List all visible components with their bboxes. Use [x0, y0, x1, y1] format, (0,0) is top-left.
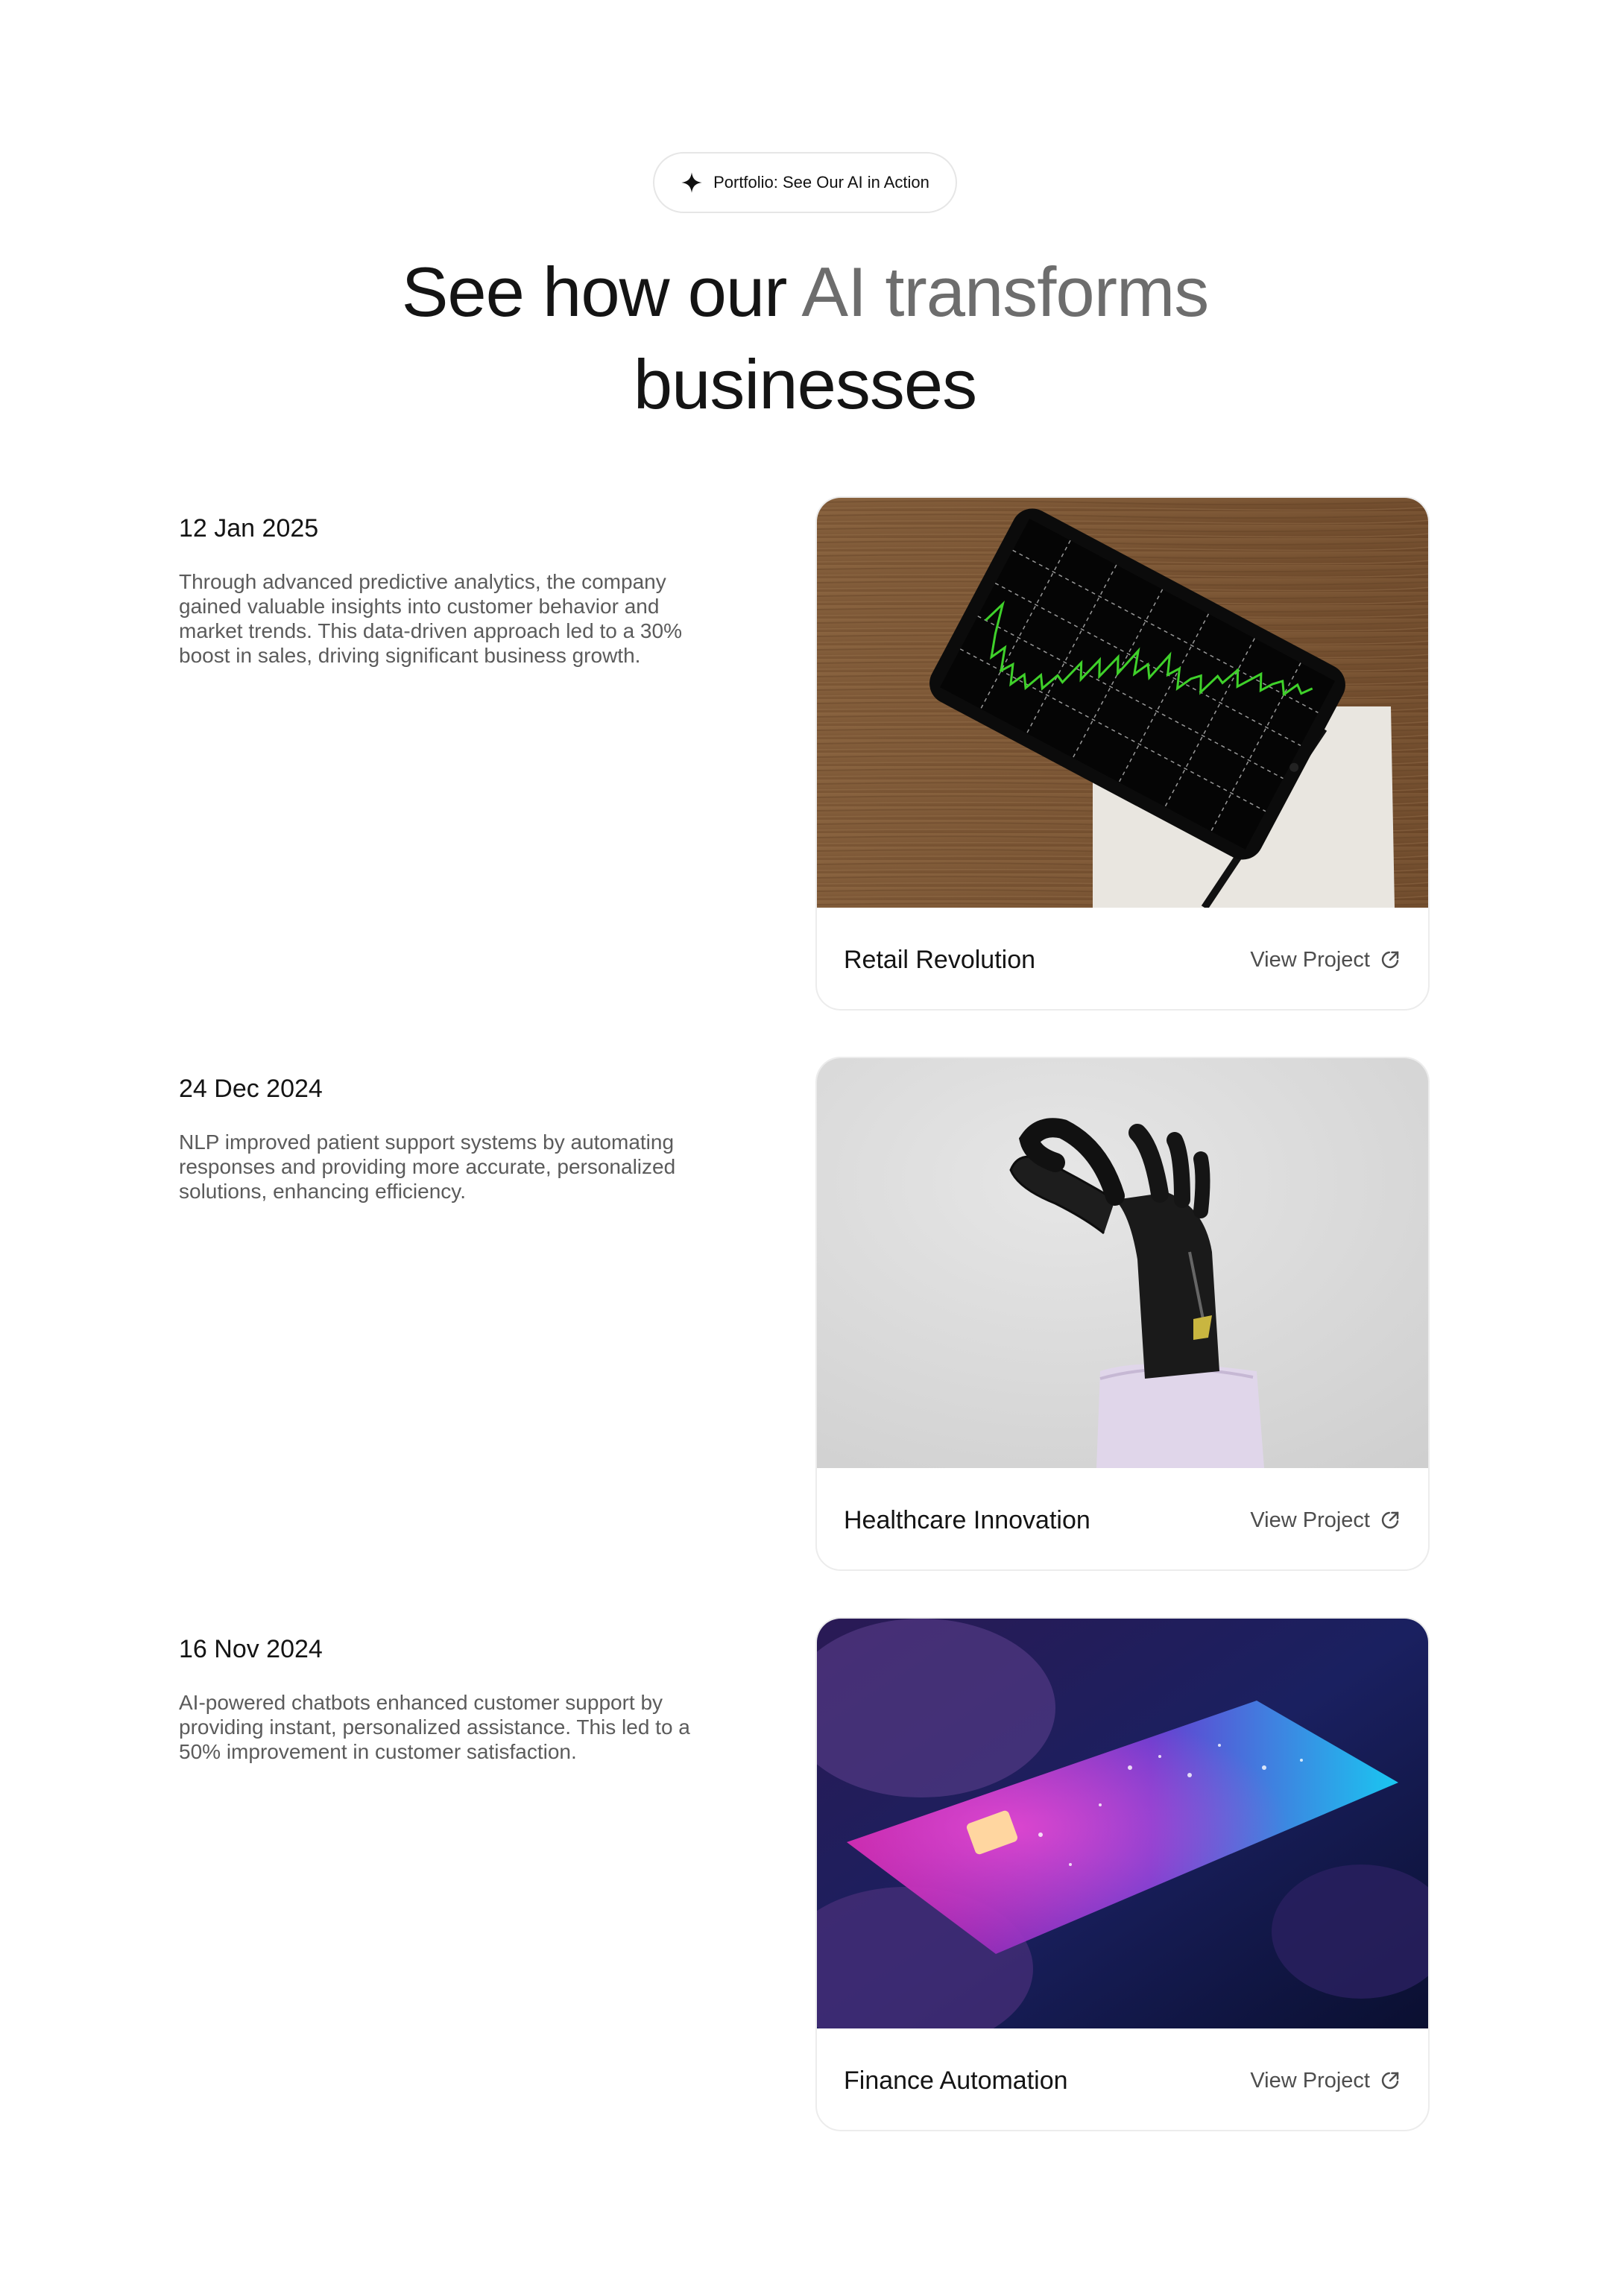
- robotic-hand-image: [817, 1058, 1428, 1468]
- project-row-retail: 12 Jan 2025 Through advanced predictive …: [0, 496, 1610, 1028]
- project-date: 12 Jan 2025: [179, 514, 319, 543]
- project-row-healthcare: 24 Dec 2024 NLP improved patient support…: [0, 1057, 1610, 1589]
- project-title: Finance Automation: [844, 2066, 1068, 2095]
- project-description: AI-powered chatbots enhanced customer su…: [179, 1691, 690, 1763]
- external-link-icon: [1381, 2072, 1399, 2090]
- headline-part1: See how our: [401, 253, 802, 331]
- view-project-label: View Project: [1250, 2068, 1370, 2093]
- headline-part3: businesses: [633, 345, 977, 423]
- view-project-link[interactable]: View Project: [1250, 948, 1401, 973]
- portfolio-badge: Portfolio: See Our AI in Action: [653, 152, 957, 213]
- project-title: Retail Revolution: [844, 945, 1036, 974]
- card-footer: Retail Revolution View Project: [817, 908, 1428, 1009]
- project-row-finance: 16 Nov 2024 AI-powered chatbots enhanced…: [0, 1617, 1610, 2149]
- badge-label: Portfolio: See Our AI in Action: [713, 173, 929, 192]
- project-card-healthcare[interactable]: Healthcare Innovation View Project: [815, 1057, 1430, 1571]
- tablet-stock-chart-image: [817, 498, 1428, 908]
- project-card-retail[interactable]: Retail Revolution View Project: [815, 496, 1430, 1011]
- external-link-icon: [1381, 1511, 1399, 1529]
- headline-part2: AI transforms: [801, 253, 1209, 331]
- view-project-link[interactable]: View Project: [1250, 1508, 1401, 1533]
- view-project-label: View Project: [1250, 947, 1370, 972]
- page-title: See how our AI transforms businesses: [0, 246, 1610, 431]
- view-project-label: View Project: [1250, 1508, 1370, 1532]
- project-card-finance[interactable]: Finance Automation View Project: [815, 1617, 1430, 2131]
- view-project-link[interactable]: View Project: [1250, 2069, 1401, 2093]
- project-date: 16 Nov 2024: [179, 1635, 323, 1663]
- project-description: NLP improved patient support systems by …: [179, 1130, 676, 1203]
- project-description: Through advanced predictive analytics, t…: [179, 570, 682, 667]
- sparkle-icon: [681, 172, 702, 193]
- card-footer: Healthcare Innovation View Project: [817, 1468, 1428, 1569]
- project-title: Healthcare Innovation: [844, 1505, 1090, 1534]
- glowing-credit-card-image: [817, 1619, 1428, 2028]
- card-footer: Finance Automation View Project: [817, 2028, 1428, 2130]
- project-date: 24 Dec 2024: [179, 1075, 323, 1103]
- external-link-icon: [1381, 951, 1399, 969]
